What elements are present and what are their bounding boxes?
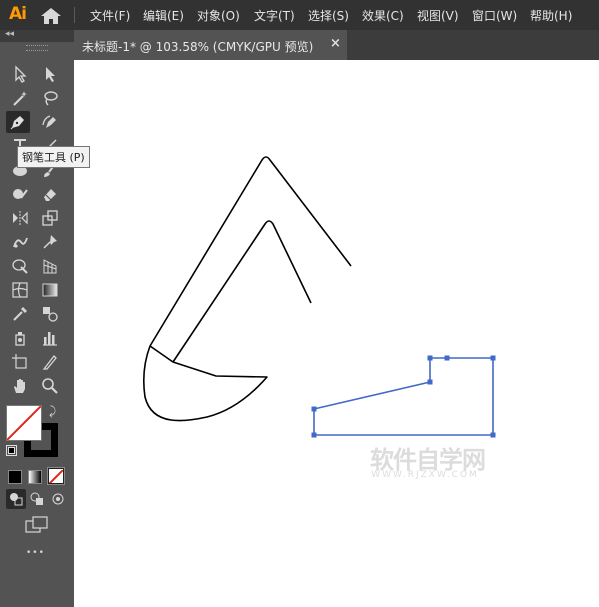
- selection-tool-icon[interactable]: [8, 63, 32, 85]
- tools-panel: ◂◂ ⤸ •••: [0, 29, 74, 607]
- lasso-tool-icon[interactable]: [38, 87, 62, 109]
- menu-separator: [74, 7, 75, 23]
- anchor-point: [427, 379, 433, 385]
- mesh-tool-icon[interactable]: [8, 279, 32, 301]
- draw-normal-icon[interactable]: [6, 489, 26, 509]
- shape-builder-tool-icon[interactable]: [8, 255, 32, 277]
- menu-view[interactable]: 视图(V): [417, 7, 459, 24]
- eraser-tool-icon[interactable]: [38, 183, 62, 205]
- artwork: [143, 156, 496, 438]
- artboard-canvas[interactable]: [74, 60, 599, 607]
- zoom-tool-icon[interactable]: [38, 375, 62, 397]
- panel-grip[interactable]: [26, 45, 48, 51]
- selected-path: [313, 357, 494, 436]
- more-tools-button[interactable]: •••: [26, 548, 45, 558]
- swap-fill-stroke-icon[interactable]: ⤸: [49, 404, 56, 419]
- pen-tool-tooltip: 钢笔工具 (P): [17, 146, 90, 168]
- pen-tool-icon[interactable]: [6, 111, 30, 133]
- menu-select[interactable]: 选择(S): [308, 7, 349, 24]
- perspective-grid-tool-icon[interactable]: [38, 255, 62, 277]
- document-tab-bar: 未标题-1* @ 103.58% (CMYK/GPU 预览) ×: [74, 30, 599, 60]
- color-mode-button[interactable]: [8, 470, 22, 484]
- menu-bar: Ai 文件(F) 编辑(E) 对象(O) 文字(T) 选择(S) 效果(C) 视…: [0, 0, 599, 30]
- column-graph-tool-icon[interactable]: [38, 327, 62, 349]
- slice-tool-icon[interactable]: [38, 351, 62, 373]
- menu-effect[interactable]: 效果(C): [362, 7, 404, 24]
- anchor-point: [311, 432, 317, 438]
- scale-tool-icon[interactable]: [38, 207, 62, 229]
- document-tab-title: 未标题-1* @ 103.58% (CMYK/GPU 预览): [82, 40, 314, 54]
- draw-inside-icon[interactable]: [48, 489, 68, 509]
- menu-help[interactable]: 帮助(H): [530, 7, 572, 24]
- watermark-url: WWW.RJZXW.COM: [371, 470, 479, 480]
- collapse-panel-icon[interactable]: ◂◂: [5, 29, 14, 39]
- hand-tool-icon[interactable]: [8, 375, 32, 397]
- magic-wand-tool-icon[interactable]: [8, 87, 32, 109]
- pin-tool-icon[interactable]: [38, 231, 62, 253]
- gradient-tool-icon[interactable]: [38, 279, 62, 301]
- anchor-point: [427, 355, 433, 361]
- default-fill-stroke-icon[interactable]: [6, 445, 17, 456]
- none-slash-icon: [7, 406, 41, 440]
- draw-behind-icon[interactable]: [27, 489, 47, 509]
- inner-path: [172, 220, 312, 363]
- scoop-path: [143, 345, 268, 422]
- menu-type[interactable]: 文字(T): [254, 7, 295, 24]
- direct-selection-tool-icon[interactable]: [38, 63, 62, 85]
- outer-path: [149, 156, 352, 347]
- screen-mode-icon[interactable]: [25, 516, 49, 534]
- menu-window[interactable]: 窗口(W): [472, 7, 517, 24]
- anchor-point: [490, 355, 496, 361]
- app-logo[interactable]: Ai: [9, 4, 27, 24]
- home-icon[interactable]: [40, 7, 62, 25]
- eyedropper-tool-icon[interactable]: [8, 303, 32, 325]
- artboard-tool-icon[interactable]: [8, 351, 32, 373]
- menu-file[interactable]: 文件(F): [90, 7, 130, 24]
- symbol-sprayer-tool-icon[interactable]: [8, 327, 32, 349]
- tools-panel-header: ◂◂: [0, 29, 74, 42]
- anchor-point: [490, 432, 496, 438]
- fill-swatch[interactable]: [6, 405, 42, 441]
- puppet-warp-tool-icon[interactable]: [8, 231, 32, 253]
- anchor-point: [444, 355, 450, 361]
- document-tab[interactable]: 未标题-1* @ 103.58% (CMYK/GPU 预览) ×: [74, 30, 347, 60]
- curvature-tool-icon[interactable]: [38, 111, 62, 133]
- gradient-mode-button[interactable]: [28, 470, 42, 484]
- menu-edit[interactable]: 编辑(E): [143, 7, 184, 24]
- close-icon[interactable]: ×: [330, 36, 341, 51]
- blend-tool-icon[interactable]: [38, 303, 62, 325]
- shaper-tool-icon[interactable]: [8, 183, 32, 205]
- reflect-tool-icon[interactable]: [8, 207, 32, 229]
- menu-object[interactable]: 对象(O): [197, 7, 240, 24]
- none-mode-button[interactable]: [47, 467, 65, 485]
- anchor-point: [311, 406, 317, 412]
